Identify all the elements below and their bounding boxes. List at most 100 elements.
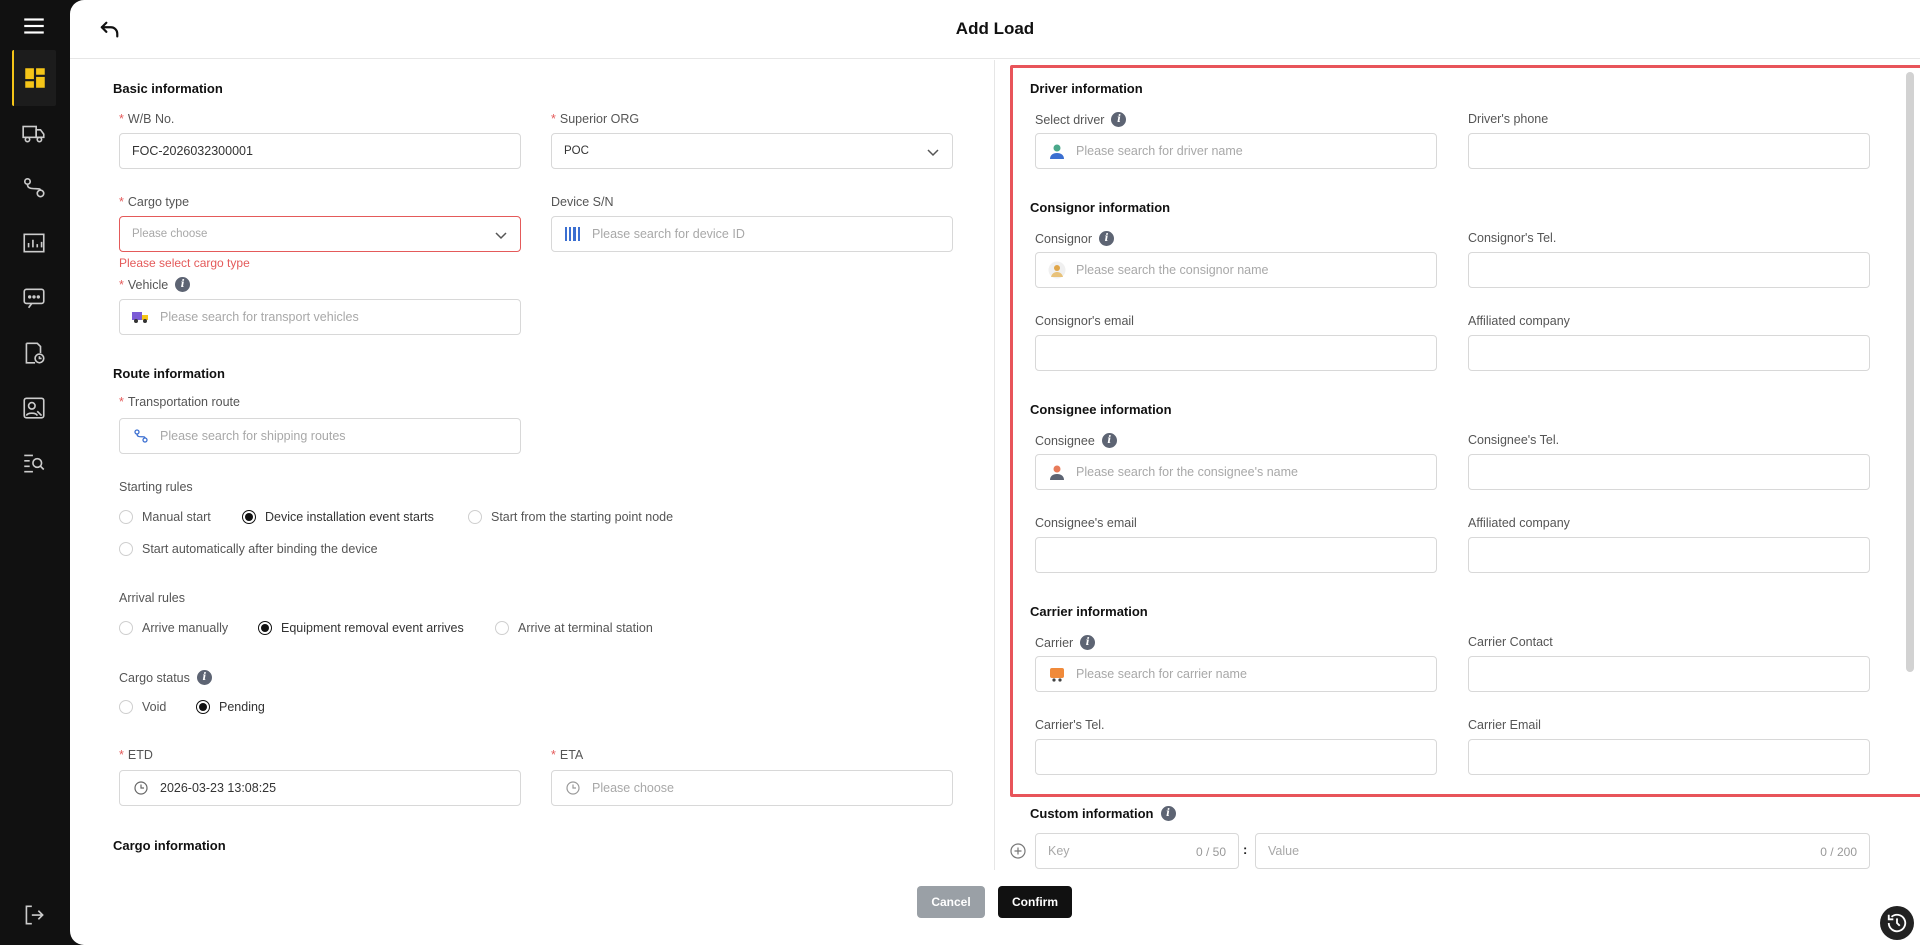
eta-input[interactable]: Please choose	[551, 770, 953, 806]
select-driver-label: Select driver i	[1035, 112, 1127, 127]
info-icon[interactable]: i	[1080, 635, 1096, 650]
info-icon[interactable]: i	[196, 670, 212, 685]
device-input[interactable]: Please search for device ID	[551, 216, 953, 252]
carrier-label: Carrier i	[1035, 635, 1096, 650]
history-icon[interactable]	[1880, 906, 1914, 940]
logout-icon[interactable]	[14, 895, 54, 935]
info-icon[interactable]: i	[1160, 806, 1176, 821]
message-icon[interactable]	[14, 278, 54, 318]
consignor-tel-label: Consignor's Tel.	[1468, 231, 1557, 245]
page-title: Add Load	[955, 19, 1035, 38]
sidebar	[0, 0, 70, 945]
consignee-email-label: Consignee's email	[1035, 516, 1137, 530]
info-icon[interactable]: i	[1111, 112, 1127, 127]
radio-pending[interactable]: Pending	[196, 700, 265, 714]
cargo-type-select[interactable]: Please choose	[119, 216, 521, 252]
consignor-company-input[interactable]	[1468, 335, 1870, 371]
etd-label: * ETD	[119, 748, 153, 762]
driver-phone-input[interactable]	[1468, 133, 1870, 169]
vehicle-input[interactable]: Please search for transport vehicles	[119, 299, 521, 335]
driver-info-title: Driver information	[1030, 81, 1143, 96]
route-label: * Transportation route	[119, 395, 240, 409]
consignee-label: Consignee i	[1035, 433, 1117, 448]
radio-start-after-binding[interactable]: Start automatically after binding the de…	[119, 542, 378, 556]
consignee-email-input[interactable]	[1035, 537, 1437, 573]
cancel-button[interactable]: Cancel	[917, 886, 985, 918]
column-divider	[994, 60, 995, 870]
custom-key-input[interactable]: Key 0 / 50	[1035, 833, 1239, 869]
radio-start-point-node[interactable]: Start from the starting point node	[468, 510, 673, 524]
consignor-info-title: Consignor information	[1030, 200, 1171, 215]
cargo-type-error: Please select cargo type	[119, 256, 250, 270]
info-icon[interactable]: i	[1098, 231, 1114, 246]
scrollbar[interactable]	[1906, 72, 1914, 672]
wb-label: * W/B No.	[119, 112, 175, 126]
radio-void[interactable]: Void	[119, 700, 166, 714]
wb-input[interactable]: FOC-2026032300001	[119, 133, 521, 169]
carrier-email-label: Carrier Email	[1468, 718, 1541, 732]
consignee-avatar-icon	[1048, 463, 1066, 481]
custom-value-input[interactable]: Value 0 / 200	[1255, 833, 1870, 869]
carrier-contact-label: Carrier Contact	[1468, 635, 1553, 649]
carrier-info-title: Carrier information	[1030, 604, 1148, 619]
clock-icon	[132, 779, 150, 797]
carrier-input[interactable]: Please search for carrier name	[1035, 656, 1437, 692]
custom-info-title: Custom information i	[1030, 806, 1176, 821]
menu-icon[interactable]	[14, 6, 54, 46]
cargo-status-label: Cargo status i	[119, 670, 212, 685]
consignee-company-input[interactable]	[1468, 537, 1870, 573]
list-search-icon[interactable]	[14, 443, 54, 483]
carrier-contact-input[interactable]	[1468, 656, 1870, 692]
device-label: Device S/N	[551, 195, 614, 209]
radio-device-installation-start[interactable]: Device installation event starts	[242, 510, 434, 524]
consignee-info-title: Consignee information	[1030, 402, 1172, 417]
cargo-type-label: * Cargo type	[119, 195, 190, 209]
main-panel: Add Load Basic information * W/B No. FOC-…	[70, 0, 1920, 945]
add-circle-icon[interactable]	[1010, 843, 1026, 859]
radio-equipment-removal[interactable]: Equipment removal event arrives	[258, 621, 464, 635]
carrier-tel-input[interactable]	[1035, 739, 1437, 775]
driver-input[interactable]: Please search for driver name	[1035, 133, 1437, 169]
org-select[interactable]: POC	[551, 133, 953, 169]
eta-label: * ETA	[551, 748, 584, 762]
confirm-button[interactable]: Confirm	[998, 886, 1072, 918]
consignee-tel-label: Consignee's Tel.	[1468, 433, 1560, 447]
arrival-rules-label: Arrival rules	[119, 591, 185, 605]
consignor-input[interactable]: Please search the consignor name	[1035, 252, 1437, 288]
route-icon[interactable]	[14, 168, 54, 208]
carrier-email-input[interactable]	[1468, 739, 1870, 775]
key-counter: 0 / 50	[1195, 845, 1226, 859]
consignee-input[interactable]: Please search for the consignee's name	[1035, 454, 1437, 490]
chevron-down-icon	[927, 149, 939, 157]
starting-rules-label: Starting rules	[119, 480, 193, 494]
chevron-down-icon	[495, 232, 507, 240]
header: Add Load	[70, 0, 1920, 59]
clock-icon	[564, 779, 582, 797]
radio-terminal-station[interactable]: Arrive at terminal station	[495, 621, 653, 635]
consignor-company-label: Affiliated company	[1468, 314, 1570, 328]
truck-icon[interactable]	[14, 113, 54, 153]
consignee-tel-input[interactable]	[1468, 454, 1870, 490]
vehicle-icon	[132, 308, 150, 326]
barcode-icon	[564, 225, 582, 243]
carrier-tel-label: Carrier's Tel.	[1035, 718, 1105, 732]
dashboard-icon[interactable]	[12, 50, 56, 106]
key-value-separator: :	[1243, 842, 1248, 857]
driver-avatar-icon	[1048, 142, 1066, 160]
info-icon[interactable]: i	[175, 277, 191, 292]
radio-arrive-manually[interactable]: Arrive manually	[119, 621, 228, 635]
route-input[interactable]: Please search for shipping routes	[119, 418, 521, 454]
person-search-icon[interactable]	[14, 388, 54, 428]
etd-input[interactable]: 2026-03-23 13:08:25	[119, 770, 521, 806]
consignee-company-label: Affiliated company	[1468, 516, 1570, 530]
carrier-icon	[1048, 665, 1066, 683]
consignor-avatar-icon	[1048, 261, 1066, 279]
org-label: * Superior ORG	[551, 112, 640, 126]
report-icon[interactable]	[14, 223, 54, 263]
radio-manual-start[interactable]: Manual start	[119, 510, 211, 524]
info-icon[interactable]: i	[1101, 433, 1117, 448]
consignor-tel-input[interactable]	[1468, 252, 1870, 288]
consignor-email-input[interactable]	[1035, 335, 1437, 371]
document-clock-icon[interactable]	[14, 333, 54, 373]
value-counter: 0 / 200	[1820, 845, 1857, 859]
